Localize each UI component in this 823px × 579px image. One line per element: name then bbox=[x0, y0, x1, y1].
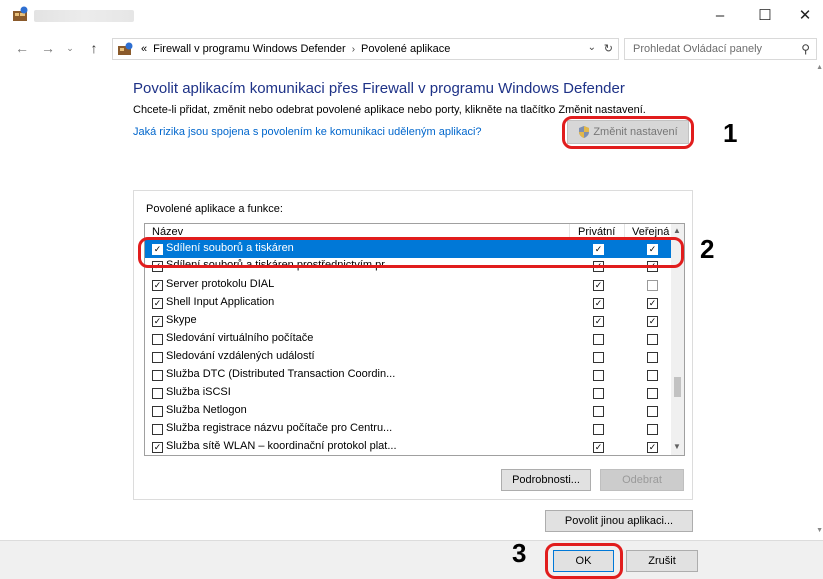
address-bar[interactable]: « Firewall v programu Windows Defender ›… bbox=[112, 38, 619, 60]
checkbox-icon[interactable] bbox=[152, 334, 163, 345]
list-item-label: Služba iSCSI bbox=[166, 386, 231, 398]
private-checkbox[interactable] bbox=[593, 370, 604, 381]
list-item[interactable]: Sledování virtuálního počítače bbox=[145, 330, 673, 348]
search-icon[interactable]: ⚲ bbox=[801, 42, 810, 56]
public-checkbox[interactable]: ✓ bbox=[647, 298, 658, 309]
checkbox-icon[interactable] bbox=[152, 424, 163, 435]
private-checkbox[interactable] bbox=[593, 388, 604, 399]
page-title: Povolit aplikacím komunikaci přes Firewa… bbox=[133, 80, 625, 97]
public-checkbox[interactable]: ✓ bbox=[647, 316, 658, 327]
checkbox-icon[interactable]: ✓ bbox=[152, 442, 163, 453]
list-item-label: Služba Netlogon bbox=[166, 404, 247, 416]
maximize-button[interactable]: ☐ bbox=[745, 0, 785, 30]
checkbox-icon[interactable] bbox=[152, 406, 163, 417]
forward-arrow-icon[interactable]: → bbox=[38, 38, 58, 58]
list-item[interactable]: Sledování vzdálených událostí bbox=[145, 348, 673, 366]
remove-button[interactable]: Odebrat bbox=[600, 469, 684, 491]
private-checkbox[interactable]: ✓ bbox=[593, 298, 604, 309]
checkbox-icon[interactable] bbox=[152, 388, 163, 399]
checkbox-icon[interactable] bbox=[152, 370, 163, 381]
back-arrow-icon[interactable]: ← bbox=[12, 38, 32, 58]
private-checkbox[interactable] bbox=[593, 424, 604, 435]
list-item[interactable]: Služba iSCSI bbox=[145, 384, 673, 402]
list-item[interactable]: ✓ Server protokolu DIAL ✓ bbox=[145, 276, 673, 294]
list-item-label: Sledování virtuálního počítače bbox=[166, 332, 314, 344]
private-checkbox[interactable]: ✓ bbox=[593, 442, 604, 453]
close-button[interactable]: ✕ bbox=[785, 0, 823, 30]
public-checkbox[interactable]: ✓ bbox=[647, 442, 658, 453]
callout-number-3: 3 bbox=[512, 538, 527, 568]
list-item-label: Služba registrace názvu počítače pro Cen… bbox=[166, 422, 393, 434]
address-dropdown-icon[interactable]: ⌄ bbox=[588, 42, 596, 53]
search-placeholder: Prohledat Ovládací panely bbox=[633, 43, 763, 55]
callout-number-1: 1 bbox=[723, 118, 738, 148]
private-checkbox[interactable]: ✓ bbox=[593, 280, 604, 291]
checkbox-icon[interactable] bbox=[152, 352, 163, 363]
list-item-label: Shell Input Application bbox=[166, 296, 275, 308]
breadcrumb-separator[interactable]: › bbox=[352, 44, 355, 55]
callout-highlight-3 bbox=[545, 543, 623, 579]
list-item[interactable]: ✓ Služba sítě WLAN – koordinační protokol… bbox=[145, 438, 673, 455]
list-item-label: Služba sítě WLAN – koordinační protokol … bbox=[166, 440, 397, 452]
list-item-label: Server protokolu DIAL bbox=[166, 278, 275, 290]
private-checkbox[interactable] bbox=[593, 352, 604, 363]
title-bar: – ☐ ✕ bbox=[0, 0, 823, 30]
breadcrumb-firewall[interactable]: Firewall v programu Windows Defender bbox=[153, 43, 346, 55]
breadcrumb-prefix: « bbox=[141, 43, 148, 55]
dialog-footer: OK Zrušit bbox=[0, 540, 823, 579]
search-input[interactable]: Prohledat Ovládací panely ⚲ bbox=[624, 38, 817, 60]
firewall-window: – ☐ ✕ ← → ⌄ ↑ « Firewall v programu Wind… bbox=[0, 0, 823, 579]
list-item[interactable]: ✓ Shell Input Application ✓ ✓ bbox=[145, 294, 673, 312]
page-scroll-up-icon[interactable]: ▲ bbox=[816, 64, 823, 71]
cancel-button[interactable]: Zrušit bbox=[626, 550, 698, 572]
page-scroll-down-icon[interactable]: ▼ bbox=[816, 527, 823, 534]
callout-highlight-1 bbox=[562, 116, 694, 149]
scroll-up-icon[interactable]: ▲ bbox=[673, 226, 681, 235]
private-checkbox[interactable] bbox=[593, 406, 604, 417]
scroll-down-icon[interactable]: ▼ bbox=[673, 442, 681, 451]
checkbox-icon[interactable]: ✓ bbox=[152, 316, 163, 327]
public-checkbox[interactable] bbox=[647, 388, 658, 399]
page-description: Chcete-li přidat, změnit nebo odebrat po… bbox=[133, 104, 646, 116]
list-item[interactable]: ✓ Skype ✓ ✓ bbox=[145, 312, 673, 330]
list-item[interactable]: Služba DTC (Distributed Transaction Coor… bbox=[145, 366, 673, 384]
app-icon bbox=[13, 6, 28, 21]
scroll-thumb[interactable] bbox=[674, 377, 681, 397]
list-rows: ✓ Sdílení souborů a tiskáren ✓ ✓ ✓ Sdílení so… bbox=[145, 240, 673, 455]
public-checkbox[interactable] bbox=[647, 280, 658, 291]
breadcrumb-allowed-apps[interactable]: Povolené aplikace bbox=[361, 43, 450, 55]
list-item-label: Skype bbox=[166, 314, 197, 326]
details-button[interactable]: Podrobnosti... bbox=[501, 469, 591, 491]
control-panel-icon bbox=[118, 42, 133, 55]
checkbox-icon[interactable]: ✓ bbox=[152, 280, 163, 291]
public-checkbox[interactable] bbox=[647, 370, 658, 381]
address-row: ← → ⌄ ↑ « Firewall v programu Windows De… bbox=[0, 36, 823, 62]
blurred-window-title bbox=[34, 10, 134, 22]
list-item[interactable]: Služba registrace názvu počítače pro Cen… bbox=[145, 420, 673, 438]
callout-highlight-2 bbox=[138, 237, 684, 268]
callout-number-2: 2 bbox=[700, 234, 715, 264]
public-checkbox[interactable] bbox=[647, 406, 658, 417]
public-checkbox[interactable] bbox=[647, 352, 658, 363]
up-arrow-icon[interactable]: ↑ bbox=[84, 38, 104, 58]
private-checkbox[interactable] bbox=[593, 334, 604, 345]
public-checkbox[interactable] bbox=[647, 424, 658, 435]
private-checkbox[interactable]: ✓ bbox=[593, 316, 604, 327]
risk-info-link[interactable]: Jaká rizika jsou spojena s povolením ke … bbox=[133, 126, 482, 138]
list-item-label: Služba DTC (Distributed Transaction Coor… bbox=[166, 368, 396, 380]
checkbox-icon[interactable]: ✓ bbox=[152, 298, 163, 309]
minimize-button[interactable]: – bbox=[700, 0, 740, 30]
allow-other-app-button[interactable]: Povolit jinou aplikaci... bbox=[545, 510, 693, 532]
list-item[interactable]: Služba Netlogon bbox=[145, 402, 673, 420]
list-item-label: Sledování vzdálených událostí bbox=[166, 350, 315, 362]
recent-dropdown-icon[interactable]: ⌄ bbox=[60, 38, 80, 58]
refresh-icon[interactable]: ↻ bbox=[604, 42, 613, 55]
group-title: Povolené aplikace a funkce: bbox=[146, 203, 283, 215]
public-checkbox[interactable] bbox=[647, 334, 658, 345]
